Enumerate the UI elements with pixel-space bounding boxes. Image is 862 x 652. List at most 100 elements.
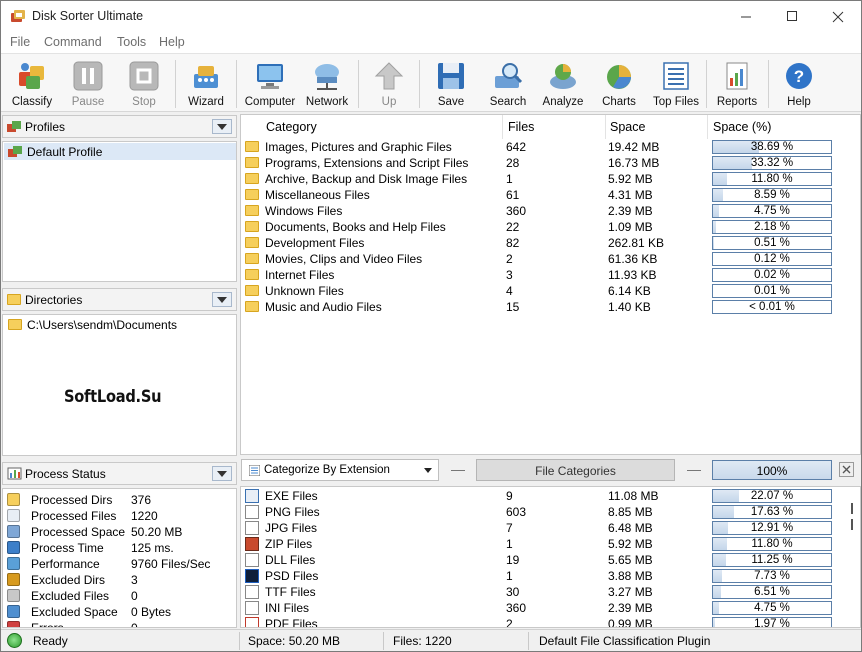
space-percent-bar: 12.91 % bbox=[712, 521, 832, 535]
extension-row[interactable]: EXE Files 9 11.08 MB 22.07 % bbox=[241, 488, 860, 504]
extension-name: PSD Files bbox=[265, 569, 319, 583]
extension-row[interactable]: ZIP Files 1 5.92 MB 11.80 % bbox=[241, 536, 860, 552]
top-files-label: Top Files bbox=[652, 96, 700, 108]
process-status-icon bbox=[7, 467, 22, 480]
extension-row[interactable]: INI Files 360 2.39 MB 4.75 % bbox=[241, 600, 860, 616]
save-button[interactable]: Save bbox=[423, 58, 479, 112]
status-state: Ready bbox=[33, 634, 68, 648]
category-list: Category Files Space Space (%) Images, P… bbox=[240, 114, 861, 455]
profiles-dropdown-button[interactable] bbox=[212, 119, 232, 134]
column-header-category[interactable]: Category bbox=[266, 115, 317, 139]
status-divider bbox=[528, 632, 529, 650]
wizard-icon bbox=[194, 66, 218, 88]
status-label: Processed Space bbox=[31, 525, 126, 539]
process-status-title: Process Status bbox=[25, 467, 106, 481]
stop-button[interactable]: Stop bbox=[116, 58, 172, 112]
classification-control-bar: Categorize By Extension File Categories … bbox=[240, 457, 861, 484]
ready-status-icon bbox=[7, 633, 22, 648]
up-button[interactable]: Up bbox=[361, 58, 417, 112]
space-percent-bar: 0.12 % bbox=[712, 252, 832, 266]
extension-files: 7 bbox=[506, 521, 513, 535]
classify-button[interactable]: Classify bbox=[4, 58, 60, 112]
close-icon bbox=[842, 465, 851, 474]
directory-item[interactable]: C:\Users\sendm\Documents bbox=[4, 316, 236, 333]
category-files: 360 bbox=[506, 204, 527, 218]
search-button[interactable]: Search bbox=[480, 58, 536, 112]
space-percent-value: 0.02 % bbox=[754, 269, 790, 281]
category-row[interactable]: Programs, Extensions and Script Files 28 1… bbox=[241, 155, 860, 171]
help-icon: ? bbox=[786, 63, 812, 89]
category-row[interactable]: Archive, Backup and Disk Image Files 1 5.9… bbox=[241, 171, 860, 187]
column-header-space[interactable]: Space bbox=[610, 115, 645, 139]
charts-button[interactable]: Charts bbox=[591, 58, 647, 112]
category-row[interactable]: Miscellaneous Files 61 4.31 MB 8.59 % bbox=[241, 187, 860, 203]
help-button[interactable]: ? Help bbox=[771, 58, 827, 112]
status-row: Excluded Space 0 Bytes bbox=[5, 604, 235, 620]
close-button[interactable] bbox=[815, 1, 861, 32]
extension-row[interactable]: JPG Files 7 6.48 MB 12.91 % bbox=[241, 520, 860, 536]
status-row: Errors 0 bbox=[5, 620, 235, 627]
column-header-space-percent[interactable]: Space (%) bbox=[713, 115, 771, 139]
extension-files: 1 bbox=[506, 569, 513, 583]
close-details-button[interactable] bbox=[839, 462, 854, 477]
profiles-title: Profiles bbox=[25, 120, 66, 134]
category-files: 2 bbox=[506, 252, 513, 266]
maximize-button[interactable] bbox=[769, 1, 815, 32]
separator-dash bbox=[687, 470, 701, 471]
pdf-file-icon bbox=[245, 617, 259, 627]
dll-file-icon bbox=[245, 553, 259, 567]
extension-space: 3.88 MB bbox=[608, 569, 653, 583]
categorize-by-select[interactable]: Categorize By Extension bbox=[241, 459, 439, 481]
category-row[interactable]: Unknown Files 4 6.14 KB 0.01 % bbox=[241, 283, 860, 299]
status-row-icon bbox=[7, 541, 20, 554]
extension-space: 2.39 MB bbox=[608, 601, 653, 615]
menu-command[interactable]: Command bbox=[44, 35, 102, 49]
space-percent-value: 8.59 % bbox=[754, 189, 790, 201]
category-row[interactable]: Documents, Books and Help Files 22 1.09 MB… bbox=[241, 219, 860, 235]
profile-item[interactable]: Default Profile bbox=[4, 143, 236, 160]
folder-icon bbox=[8, 319, 22, 333]
file-categories-button[interactable]: File Categories bbox=[476, 459, 675, 481]
extension-files: 9 bbox=[506, 489, 513, 503]
category-space: 61.36 KB bbox=[608, 252, 658, 266]
extension-row[interactable]: PDF Files 2 0.99 MB 1.97 % bbox=[241, 616, 860, 627]
top-files-button[interactable]: Top Files bbox=[648, 58, 704, 112]
reports-button[interactable]: Reports bbox=[709, 58, 765, 112]
extension-row[interactable]: PNG Files 603 8.85 MB 17.63 % bbox=[241, 504, 860, 520]
ttf-file-icon bbox=[245, 585, 259, 599]
extension-row[interactable]: PSD Files 1 3.88 MB 7.73 % bbox=[241, 568, 860, 584]
menu-file[interactable]: File bbox=[10, 35, 30, 49]
column-header-files[interactable]: Files bbox=[508, 115, 534, 139]
category-row[interactable]: Music and Audio Files 15 1.40 KB < 0.01 % bbox=[241, 299, 860, 315]
computer-button[interactable]: Computer bbox=[242, 58, 298, 112]
pause-button[interactable]: Pause bbox=[60, 58, 116, 112]
extension-name: ZIP Files bbox=[265, 537, 313, 551]
category-row[interactable]: Movies, Clips and Video Files 2 61.36 KB 0.… bbox=[241, 251, 860, 267]
category-name: Music and Audio Files bbox=[265, 300, 382, 314]
extension-row[interactable]: DLL Files 19 5.65 MB 11.25 % bbox=[241, 552, 860, 568]
search-icon bbox=[495, 63, 523, 88]
menu-help[interactable]: Help bbox=[159, 35, 185, 49]
menu-tools[interactable]: Tools bbox=[117, 35, 146, 49]
category-files: 22 bbox=[506, 220, 520, 234]
category-row[interactable]: Windows Files 360 2.39 MB 4.75 % bbox=[241, 203, 860, 219]
category-row[interactable]: Images, Pictures and Graphic Files 642 19.… bbox=[241, 139, 860, 155]
status-label: Process Time bbox=[31, 541, 104, 555]
directories-dropdown-button[interactable] bbox=[212, 292, 232, 307]
process-status-dropdown-button[interactable] bbox=[212, 466, 232, 481]
category-row[interactable]: Development Files 82 262.81 KB 0.51 % bbox=[241, 235, 860, 251]
category-name: Documents, Books and Help Files bbox=[265, 220, 446, 234]
watermark: SoftLoad.Su bbox=[64, 387, 162, 407]
analyze-button[interactable]: Analyze bbox=[535, 58, 591, 112]
space-percent-bar: 4.75 % bbox=[712, 601, 832, 615]
status-row: Processed Space 50.20 MB bbox=[5, 524, 235, 540]
up-arrow-icon bbox=[374, 62, 404, 90]
category-row[interactable]: Internet Files 3 11.93 KB 0.02 % bbox=[241, 267, 860, 283]
space-percent-bar: 7.73 % bbox=[712, 569, 832, 583]
extension-row[interactable]: TTF Files 30 3.27 MB 6.51 % bbox=[241, 584, 860, 600]
minimize-button[interactable] bbox=[723, 1, 769, 32]
wizard-button[interactable]: Wizard bbox=[178, 58, 234, 112]
extension-list: EXE Files 9 11.08 MB 22.07 % PNG Files 603 8.8… bbox=[240, 486, 861, 628]
space-percent-value: 17.63 % bbox=[750, 506, 794, 518]
network-button[interactable]: Network bbox=[299, 58, 355, 112]
